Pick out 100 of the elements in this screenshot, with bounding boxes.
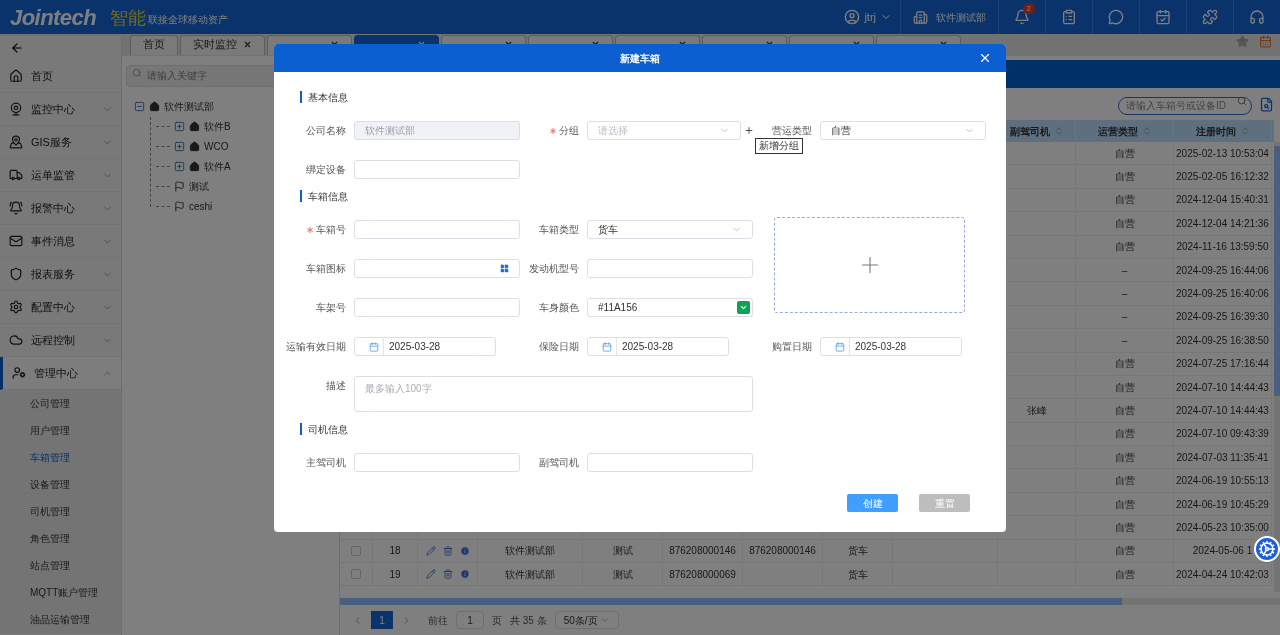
page-button[interactable]: 1 <box>371 611 393 629</box>
tree-item[interactable]: WCO <box>204 139 229 154</box>
add-group-button[interactable] <box>744 125 754 136</box>
select-field[interactable]: 自营 <box>820 121 986 140</box>
sidebar-item[interactable]: 报表服务 <box>0 258 121 291</box>
page-size-select[interactable]: 50条/页 <box>554 611 619 629</box>
field-label: 运输有效日期 <box>286 340 346 354</box>
sidebar-subitem[interactable]: 司机管理 <box>0 498 121 525</box>
sidebar-subitem[interactable]: 车箱管理 <box>0 444 121 471</box>
tree-item[interactable]: ceshi <box>189 199 213 214</box>
column-header[interactable]: 副驾司机 <box>1009 123 1050 139</box>
caret-icon <box>739 303 748 312</box>
expand-icon[interactable] <box>174 121 185 132</box>
text-field[interactable] <box>354 298 520 317</box>
table-cell-text: 2024-06-19 10:55:13 <box>1176 474 1269 489</box>
horizontal-scrollbar[interactable] <box>340 598 1280 605</box>
user-menu[interactable]: jtrj <box>836 0 900 34</box>
text-field[interactable] <box>587 453 753 472</box>
tab[interactable]: 首页 <box>130 35 178 55</box>
field-label: 绑定设备 <box>306 163 346 177</box>
table-cell-text: 876208000069 <box>669 567 736 582</box>
dialog-title: 新建车箱 <box>620 51 660 66</box>
icon-picker-field[interactable] <box>354 259 520 278</box>
notification-button[interactable]: 2 <box>999 0 1045 34</box>
text-field[interactable] <box>354 220 520 239</box>
calendar-icon[interactable] <box>1259 35 1272 48</box>
sidebar-subitem[interactable]: 用户管理 <box>0 417 121 444</box>
gears-icon <box>1258 540 1276 558</box>
field-label: 车身颜色 <box>539 301 579 315</box>
edit-icon[interactable] <box>425 545 436 556</box>
sidebar-subitem[interactable]: 站点管理 <box>0 552 121 579</box>
sidebar-item[interactable]: 事件消息 <box>0 225 121 258</box>
table-cell-text: 2024-09-25 16:44:06 <box>1176 263 1269 278</box>
table-cell-text: 自营 <box>1114 404 1135 418</box>
row-checkbox[interactable] <box>351 569 361 580</box>
sidebar-subitem[interactable]: 设备管理 <box>0 471 121 498</box>
tree-item[interactable]: 软件B <box>204 119 231 134</box>
text-field[interactable] <box>354 160 520 179</box>
collapse-icon[interactable] <box>134 101 145 112</box>
select-field[interactable]: 货车 <box>587 220 753 239</box>
table-cell-text: 2024-12-04 14:21:36 <box>1176 216 1269 231</box>
grid-icon <box>500 264 509 273</box>
table-cell-text: 2024-06-19 10:45:29 <box>1176 497 1269 512</box>
date-field[interactable]: 2025-03-28 <box>587 337 729 356</box>
sidebar-item[interactable]: 首页 <box>0 60 121 93</box>
expand-icon[interactable] <box>174 161 185 172</box>
search-settings-button[interactable] <box>1258 96 1274 112</box>
tab[interactable]: 实时监控 <box>180 35 265 55</box>
close-icon[interactable] <box>243 40 252 49</box>
table-cell-text: 18 <box>389 544 401 559</box>
date-field[interactable]: 2025-03-28 <box>354 337 496 356</box>
tooltip: 新增分组 <box>755 138 803 154</box>
goto-page-field[interactable]: 1 <box>456 611 484 629</box>
delete-icon[interactable] <box>442 545 453 556</box>
info-icon[interactable] <box>459 569 470 580</box>
edit-icon[interactable] <box>425 569 436 580</box>
text-field[interactable] <box>354 453 520 472</box>
sidebar-subitem[interactable]: 角色管理 <box>0 525 121 552</box>
sidebar-item[interactable]: 监控中心 <box>0 93 121 126</box>
table-cell-text: 2024-07-10 14:44:43 <box>1176 404 1269 418</box>
sort-icon[interactable] <box>1141 126 1152 136</box>
table-cell-text: 自营 <box>1114 567 1135 582</box>
sort-icon[interactable] <box>1053 126 1064 136</box>
delete-icon[interactable] <box>442 569 453 580</box>
table-cell-text: 2024-11-16 13:59:50 <box>1176 240 1269 255</box>
description-field[interactable]: 最多输入100字 <box>354 376 753 412</box>
table-cell-text: 2025-02-05 16:12:32 <box>1176 170 1269 185</box>
image-upload-area[interactable] <box>774 217 965 313</box>
table-cell-text: 自营 <box>1114 170 1135 185</box>
info-icon[interactable] <box>459 545 470 556</box>
date-field[interactable]: 2025-03-28 <box>820 337 962 356</box>
tree-item[interactable]: 测试 <box>189 179 209 194</box>
sort-icon[interactable] <box>1239 126 1250 136</box>
close-button[interactable] <box>978 51 992 65</box>
sidebar-subitem[interactable]: 油品运输管理 <box>0 606 121 633</box>
sidebar-item[interactable]: 运单监管 <box>0 159 121 192</box>
row-checkbox[interactable] <box>351 545 361 556</box>
create-button[interactable]: 创建 <box>847 494 898 512</box>
sidebar-item[interactable]: 报警中心 <box>0 192 121 225</box>
color-swatch[interactable] <box>737 301 750 314</box>
tree-item[interactable]: 软件A <box>204 159 231 174</box>
text-field[interactable] <box>587 259 753 278</box>
department-button[interactable]: 软件测试部 <box>901 0 998 34</box>
sidebar-item[interactable]: GIS服务 <box>0 126 121 159</box>
sidebar-subitem[interactable]: 公司管理 <box>0 390 121 417</box>
expand-icon[interactable] <box>174 141 185 152</box>
sidebar-item[interactable]: 管理中心 <box>0 357 121 390</box>
table-cell-text: 2024-07-03 11:35:41 <box>1176 450 1269 465</box>
bell-icon <box>1014 9 1030 25</box>
field-label: 副驾司机 <box>539 456 579 470</box>
section-title: 司机信息 <box>308 422 348 437</box>
column-header[interactable]: 运营类型 <box>1097 123 1138 139</box>
column-header[interactable]: 注册时间 <box>1195 123 1236 139</box>
color-picker-field[interactable]: #11A156 <box>587 298 753 317</box>
sidebar-item[interactable]: 配置中心 <box>0 291 121 324</box>
star-icon[interactable] <box>1236 35 1249 48</box>
sidebar-subitem[interactable]: MQTT账户管理 <box>0 579 121 606</box>
vertical-scrollbar[interactable] <box>1274 142 1280 592</box>
tree-item[interactable]: 软件测试部 <box>164 99 214 114</box>
field-label: 公司名称 <box>306 124 346 138</box>
